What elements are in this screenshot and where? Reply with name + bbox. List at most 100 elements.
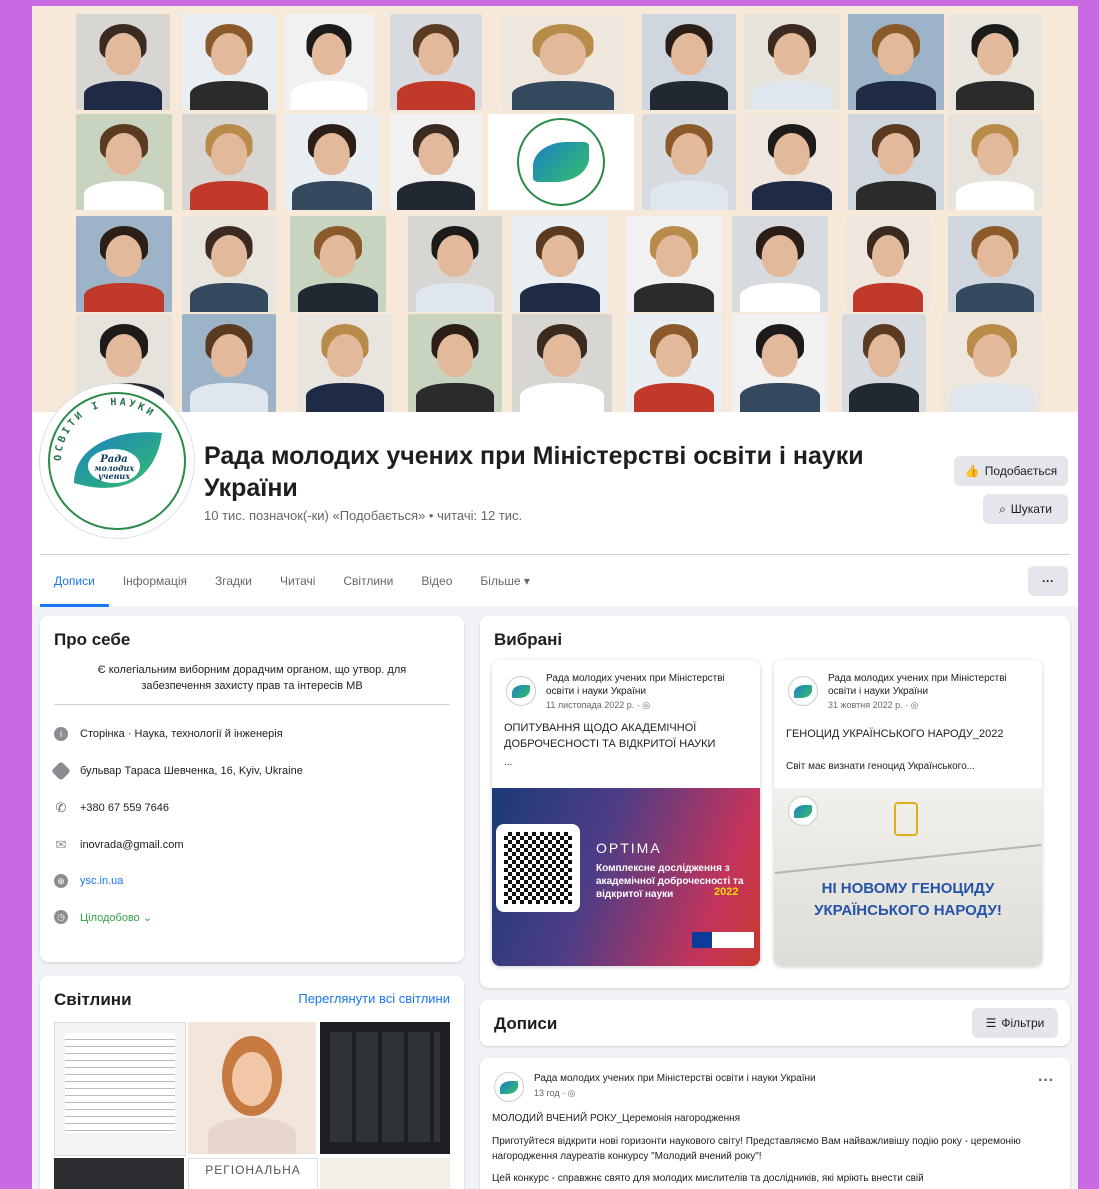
cover-portrait [512, 216, 608, 312]
photo-thumb-group[interactable] [54, 1158, 184, 1189]
post-options-icon[interactable]: ··· [1038, 1072, 1054, 1090]
tab-2[interactable]: Згадки [201, 562, 266, 604]
profile-avatar[interactable]: ОСВІТИ І НАУКИ Рада молодих учених [40, 384, 194, 538]
photos-card: Світлини Переглянути всі світлини РЕГІОН… [40, 976, 464, 1189]
post-title: МОЛОДИЙ ВЧЕНИЙ РОКУ_Церемонія нагороджен… [492, 1113, 741, 1124]
cover-portrait [642, 14, 736, 110]
cover-portrait [948, 114, 1042, 210]
cover-portrait [744, 14, 840, 110]
about-heading: Про себе [54, 630, 131, 649]
featured-1-date: 11 листопада 2022 р. · ◎ [546, 700, 651, 710]
cover-portrait [502, 14, 624, 110]
post-author[interactable]: Рада молодих учених при Міністерстві осв… [534, 1072, 816, 1085]
cover-portrait [948, 14, 1042, 110]
cover-portrait [848, 14, 944, 110]
tab-3[interactable]: Читачі [266, 562, 329, 604]
about-card: Про себе Є колегіальним виборним дорадчи… [40, 616, 464, 962]
about-phone: ✆ +380 67 559 7646 [55, 800, 170, 815]
featured-heading: Вибрані [494, 630, 563, 649]
photo-thumb-document[interactable] [54, 1022, 186, 1156]
post-text-1: Приготуйтеся відкрити нові горизонти нау… [492, 1136, 1021, 1162]
cover-portrait [76, 114, 172, 210]
cover-portrait [390, 114, 482, 210]
thumbs-up-icon: 👍 [964, 464, 980, 478]
cover-portrait [182, 216, 276, 312]
about-email: ✉ inovrada@gmail.com [55, 837, 184, 852]
cover-logo-icon [488, 114, 634, 210]
page-tabs: Дописи Інформація Згадки Читачі Світлини Віде… [40, 562, 544, 607]
website-link[interactable]: ysc.in.ua [80, 875, 123, 887]
optima-year: 2022 [714, 886, 739, 898]
cover-portrait [744, 114, 840, 210]
post-author-avatar-icon[interactable] [494, 1072, 524, 1102]
genocide-banner-text: НІ НОВОМУ ГЕНОЦИДУ УКРАЇНСЬКОГО НАРОДУ! [814, 880, 1002, 919]
cover-portrait [284, 14, 374, 110]
location-pin-icon [51, 761, 71, 781]
featured-1-author[interactable]: Рада молодих учених при Міністерстві осв… [546, 672, 750, 698]
optima-brand: OPTIMA [596, 840, 662, 856]
header-divider [40, 554, 1070, 555]
see-all-photos-link[interactable]: Переглянути всі світлини [298, 991, 450, 1006]
qr-code-icon [496, 824, 580, 912]
cover-portrait [182, 314, 276, 412]
photo-thumb-video-call[interactable] [320, 1022, 450, 1154]
cover-portrait [848, 114, 944, 210]
cover-portrait [76, 14, 170, 110]
author-avatar-icon [788, 676, 818, 706]
cover-portrait [284, 114, 380, 210]
more-options-button[interactable]: ··· [1028, 566, 1068, 596]
like-button[interactable]: 👍 Подобається [954, 456, 1068, 486]
tab-6[interactable]: Більше ▾ [466, 562, 543, 604]
page-title: Рада молодих учених при Міністерстві осв… [204, 442, 864, 502]
info-icon: i [54, 727, 68, 741]
featured-1-ellipsis: ... [504, 757, 513, 768]
photo-thumb-portrait[interactable] [188, 1022, 316, 1154]
clock-icon: ◷ [54, 910, 68, 924]
tab-4[interactable]: Світлини [329, 562, 407, 604]
rmu-small-logo-icon [788, 796, 818, 826]
cover-portrait [408, 216, 502, 312]
profile-header: ОСВІТИ І НАУКИ Рада молодих учених Рада … [32, 384, 1078, 607]
search-icon: ⌕ [999, 501, 1006, 516]
email-icon: ✉ [55, 837, 67, 852]
about-divider [54, 704, 450, 705]
cover-portrait [626, 216, 722, 312]
featured-2-author[interactable]: Рада молодих учених при Міністерстві осв… [828, 672, 1032, 698]
cover-portrait [76, 216, 172, 312]
eu-flag-icon [692, 932, 754, 948]
tab-0[interactable]: Дописи [40, 562, 109, 607]
hours-dropdown[interactable]: Цілодобово ⌄ [80, 911, 152, 924]
cover-portrait [390, 14, 482, 110]
about-category: i Сторінка · Наука, технології й інженері… [54, 727, 283, 741]
filter-icon: ☰ [985, 1016, 997, 1030]
page-stats[interactable]: 10 тис. позначок(-ки) «Подобається» • чи… [204, 508, 522, 523]
photos-heading: Світлини [54, 990, 132, 1009]
phone-icon: ✆ [55, 800, 67, 815]
cover-portrait [642, 114, 736, 210]
cover-portrait [846, 216, 930, 312]
about-hours: ◷ Цілодобово ⌄ [54, 910, 152, 924]
cover-portrait [512, 314, 612, 412]
trident-icon [894, 802, 918, 836]
posts-heading: Дописи [494, 1014, 558, 1033]
about-description: Є колегіальним виборним дорадчим органом… [97, 664, 407, 692]
filter-button[interactable]: ☰ Фільтри [972, 1008, 1058, 1038]
featured-2-date: 31 жовтня 2022 р. · ◎ [828, 700, 919, 710]
featured-post-1[interactable]: Рада молодих учених при Міністерстві осв… [492, 660, 760, 966]
search-button[interactable]: ⌕ Шукати [983, 494, 1068, 524]
featured-2-snippet: Світ має визнати геноцид Українського... [786, 761, 976, 772]
photo-thumb-other[interactable] [320, 1158, 450, 1189]
like-button-label: Подобається [984, 464, 1058, 478]
photo-thumb-regional[interactable]: РЕГІОНАЛЬНА [188, 1158, 318, 1189]
post-card: Рада молодих учених при Міністерстві осв… [480, 1058, 1070, 1189]
featured-post-2[interactable]: Рада молодих учених при Міністерстві осв… [774, 660, 1042, 966]
cover-portrait [290, 216, 386, 312]
rmu-logo-icon: ОСВІТИ І НАУКИ Рада молодих учених [48, 392, 186, 530]
cover-portrait [182, 114, 276, 210]
svg-text:учених: учених [97, 471, 130, 481]
tab-1[interactable]: Інформація [109, 562, 201, 604]
filter-button-label: Фільтри [1001, 1016, 1045, 1030]
tab-5[interactable]: Відео [407, 562, 466, 604]
cover-photo[interactable] [32, 6, 1078, 412]
search-button-label: Шукати [1010, 502, 1052, 516]
